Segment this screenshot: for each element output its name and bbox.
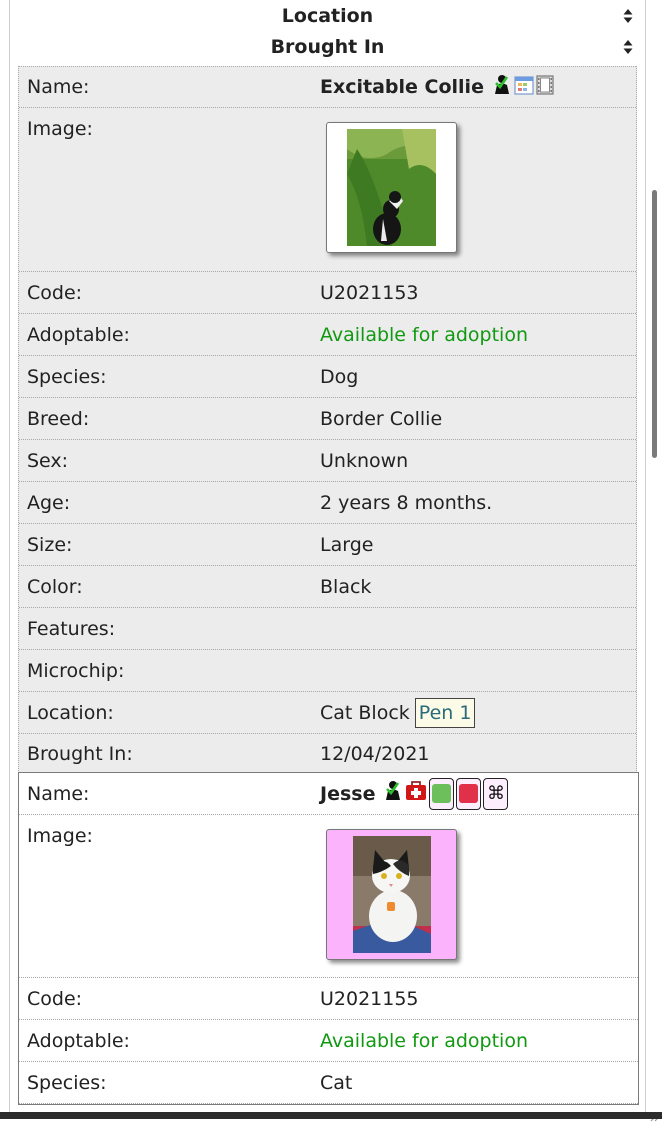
- field-label: Adoptable:: [27, 1029, 130, 1052]
- sort-header-brought-in[interactable]: Brought In: [10, 31, 645, 63]
- row-species: Species: Dog: [19, 356, 636, 398]
- field-label: Size:: [27, 533, 73, 556]
- command-key-icon[interactable]: ⌘: [483, 777, 509, 810]
- field-value: 12/04/2021: [320, 743, 430, 765]
- row-size: Size: Large: [19, 524, 636, 566]
- adoptable-person-icon: [492, 74, 512, 101]
- sort-header-label: Brought In: [270, 36, 385, 58]
- field-label: Brought In:: [27, 743, 133, 765]
- field-label: Species:: [27, 1071, 107, 1094]
- row-code: Code: U2021153: [19, 272, 636, 314]
- field-value: 2 years 8 months.: [320, 491, 493, 514]
- field-label: Features:: [27, 617, 116, 640]
- animal-thumbnail[interactable]: [326, 122, 457, 253]
- field-value: U2021155: [320, 987, 419, 1010]
- adoptable-status: Available for adoption: [320, 323, 528, 346]
- row-features: Features:: [19, 608, 636, 650]
- location-text: Cat Block: [320, 701, 410, 724]
- field-value: Dog: [320, 365, 359, 388]
- field-value: Large: [320, 533, 374, 556]
- field-label: Image:: [27, 118, 93, 140]
- field-label: Location:: [27, 701, 114, 724]
- field-value: Black: [320, 575, 372, 598]
- row-brought-in: Brought In: 12/04/2021: [19, 734, 636, 775]
- field-label: Age:: [27, 491, 71, 514]
- field-value: Cat: [320, 1071, 353, 1094]
- sort-arrows-icon[interactable]: [623, 39, 633, 55]
- field-label: Species:: [27, 365, 107, 388]
- row-species: Species: Cat: [19, 1062, 638, 1104]
- medical-kit-icon[interactable]: [405, 781, 427, 806]
- row-image: Image:: [19, 815, 638, 978]
- row-age: Age: 2 years 8 months.: [19, 482, 636, 524]
- row-adoptable: Adoptable: Available for adoption: [19, 314, 636, 356]
- row-color: Color: Black: [19, 566, 636, 608]
- field-value: Border Collie: [320, 407, 443, 430]
- scrollbar-thumb[interactable]: [652, 190, 657, 458]
- animal-name-link[interactable]: Jesse: [320, 783, 375, 805]
- calendar-icon[interactable]: [514, 75, 534, 100]
- animal-name-link[interactable]: Excitable Collie: [320, 76, 484, 98]
- row-location: Location: Cat Block Pen 1: [19, 692, 636, 734]
- window-bottom-edge: [0, 1112, 662, 1119]
- row-image: Image:: [19, 108, 636, 272]
- animal-card-selected: Name: Jesse ⌘ Image: Code: U2021155 Adop…: [18, 772, 639, 1105]
- film-strip-icon[interactable]: [536, 74, 554, 100]
- row-name: Name: Jesse ⌘: [19, 773, 638, 815]
- animal-thumbnail[interactable]: [326, 829, 457, 960]
- row-name: Name: Excitable Collie: [19, 66, 636, 108]
- field-label: Name:: [27, 782, 90, 805]
- red-flag-icon[interactable]: [456, 777, 482, 810]
- green-flag-swatch: [432, 784, 452, 803]
- cat-photo-image: [352, 836, 431, 953]
- pen-link[interactable]: Pen 1: [414, 697, 476, 728]
- adoptable-status: Available for adoption: [320, 1029, 528, 1052]
- field-label: Code:: [27, 987, 83, 1010]
- command-symbol: ⌘: [486, 783, 505, 804]
- scrollbar-track[interactable]: [647, 0, 662, 1119]
- animal-card: Name: Excitable Collie Image: Code: U202…: [18, 66, 637, 775]
- field-label: Microchip:: [27, 659, 125, 682]
- field-value: U2021153: [320, 281, 419, 304]
- field-label: Image:: [27, 825, 93, 847]
- green-flag-icon[interactable]: [429, 777, 455, 810]
- row-breed: Breed: Border Collie: [19, 398, 636, 440]
- field-label: Adoptable:: [27, 323, 130, 346]
- field-label: Name:: [27, 76, 90, 98]
- field-label: Breed:: [27, 407, 90, 430]
- row-adoptable: Adoptable: Available for adoption: [19, 1020, 638, 1062]
- field-label: Code:: [27, 281, 83, 304]
- sort-header-label: Location: [281, 5, 374, 27]
- field-label: Sex:: [27, 449, 69, 472]
- sort-arrows-icon[interactable]: [623, 8, 633, 24]
- row-microchip: Microchip:: [19, 650, 636, 692]
- field-label: Color:: [27, 575, 83, 598]
- red-flag-swatch: [459, 784, 479, 803]
- row-code: Code: U2021155: [19, 978, 638, 1020]
- adoptable-person-icon: [383, 780, 403, 807]
- field-value: Unknown: [320, 449, 409, 472]
- sort-header-location[interactable]: Location: [10, 0, 645, 32]
- row-sex: Sex: Unknown: [19, 440, 636, 482]
- dog-photo-image: [347, 129, 436, 246]
